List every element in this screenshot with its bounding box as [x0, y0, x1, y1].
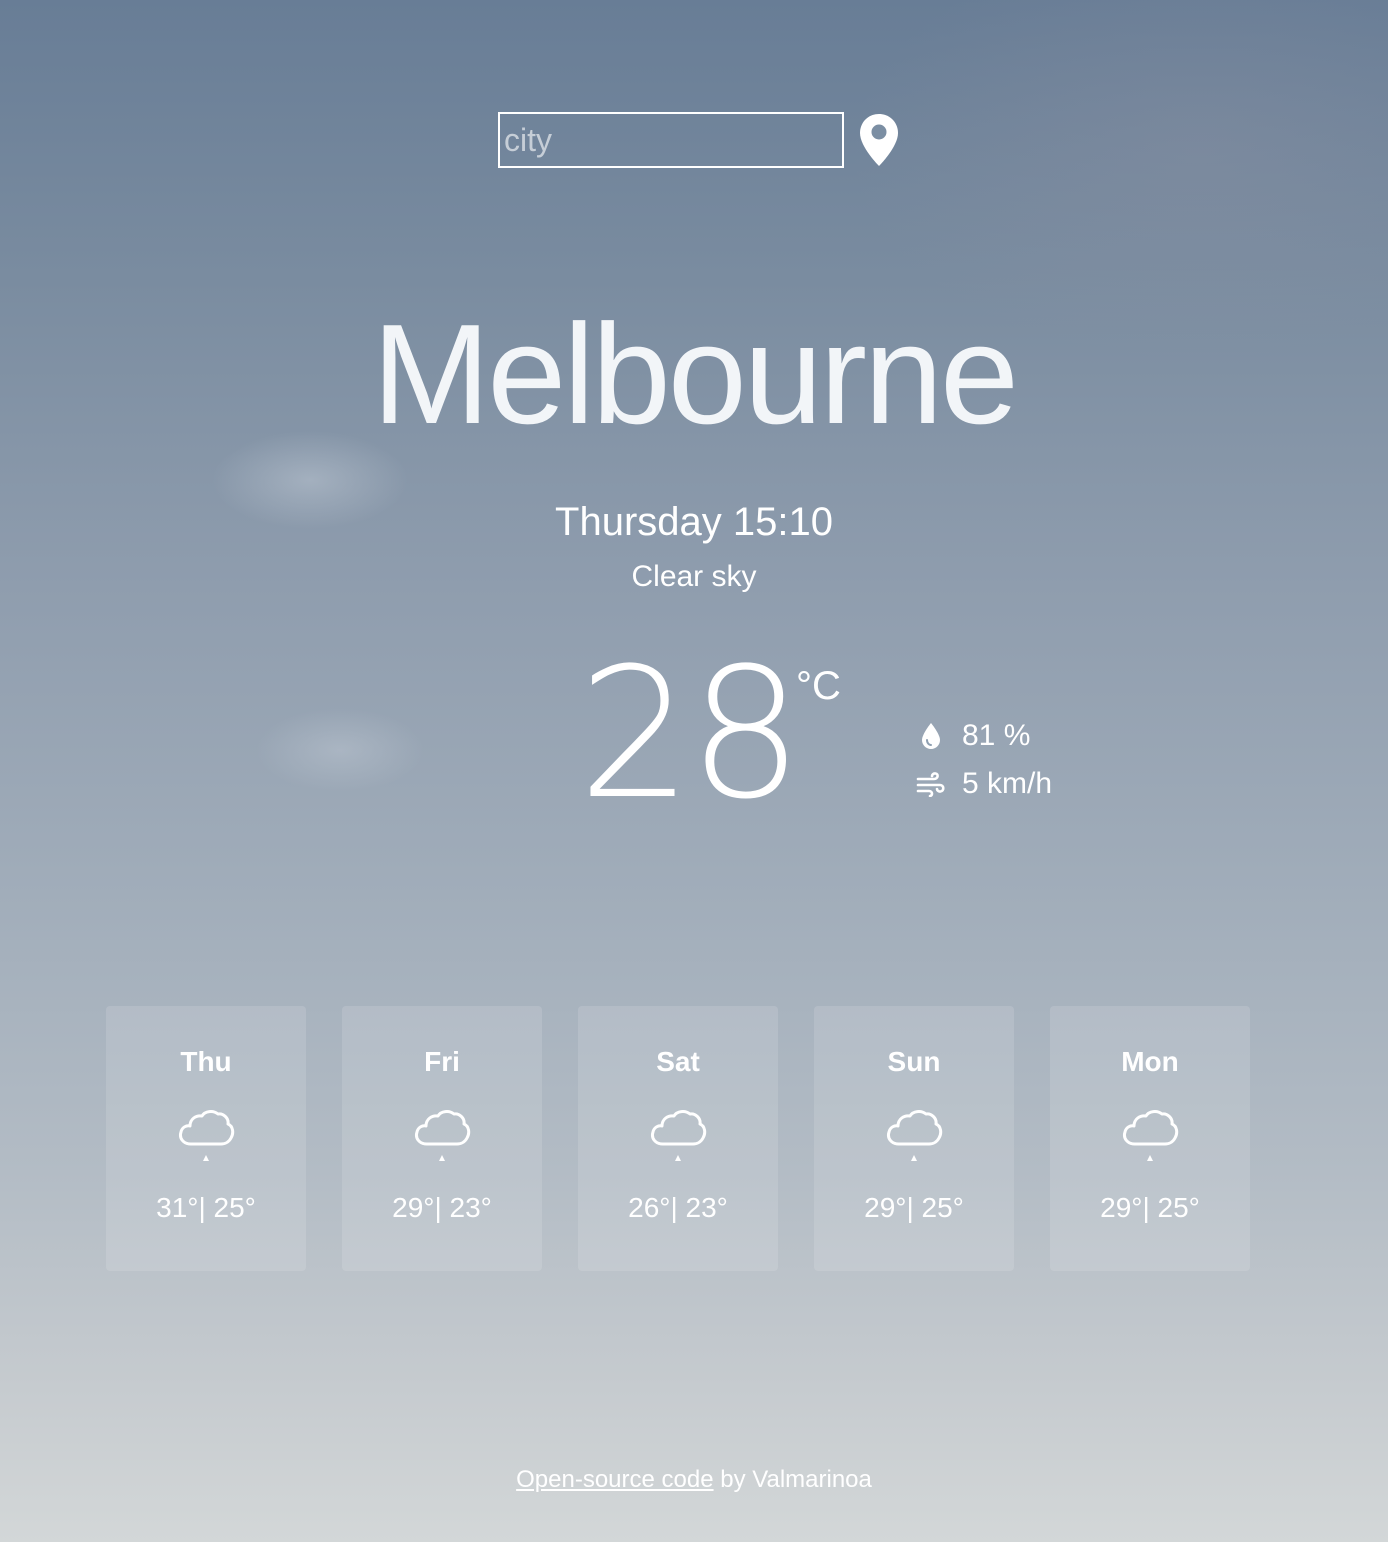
forecast-card-fri: Fri 29°| 23° — [342, 1006, 542, 1271]
location-button[interactable] — [856, 112, 902, 168]
forecast-card-mon: Mon 29°| 25° — [1050, 1006, 1250, 1271]
map-pin-icon — [860, 114, 898, 166]
forecast-temps: 31°| 25° — [156, 1192, 256, 1223]
forecast-card-thu: Thu 31°| 25° — [106, 1006, 306, 1271]
humidity-stat: 81 % — [914, 712, 1052, 760]
rain-cloud-icon — [651, 1110, 707, 1161]
source-code-link[interactable]: Open-source code — [516, 1466, 713, 1493]
temperature-unit: °C — [796, 664, 841, 708]
city-name: Melbourne — [372, 295, 1019, 454]
wind-stat: 5 km/h — [914, 760, 1052, 808]
date-time: Thursday 15:10 — [555, 500, 833, 544]
rain-cloud-icon — [179, 1110, 235, 1161]
forecast-card-sat: Sat 26°| 23° — [578, 1006, 778, 1271]
current-temperature: 28 — [578, 630, 803, 839]
forecast-list: Thu 31°| 25° Fri 29°| 23° Sat 26°| 23° S… — [106, 1006, 1250, 1271]
city-search-input[interactable] — [498, 112, 844, 168]
footer-credit: by Valmarinoa — [713, 1466, 872, 1493]
humidity-value: 81 % — [962, 719, 1031, 752]
wind-icon — [914, 767, 948, 801]
forecast-temps: 29°| 25° — [1100, 1192, 1200, 1223]
weather-stats: 81 % 5 km/h — [914, 712, 1052, 808]
rain-cloud-icon — [1123, 1110, 1179, 1161]
rain-cloud-icon — [887, 1110, 943, 1161]
forecast-day: Sat — [656, 1046, 700, 1077]
weather-condition: Clear sky — [631, 560, 757, 593]
forecast-day: Thu — [180, 1046, 232, 1077]
forecast-day: Mon — [1121, 1046, 1179, 1077]
forecast-card-sun: Sun 29°| 25° — [814, 1006, 1014, 1271]
rain-cloud-icon — [415, 1110, 471, 1161]
forecast-temps: 29°| 25° — [864, 1192, 964, 1223]
droplet-icon — [914, 719, 948, 753]
forecast-temps: 29°| 23° — [392, 1192, 492, 1223]
forecast-day: Fri — [424, 1046, 460, 1077]
forecast-day: Sun — [887, 1046, 941, 1077]
search-bar — [498, 112, 918, 168]
footer: Open-source code by Valmarinoa — [0, 1466, 1388, 1494]
forecast-temps: 26°| 23° — [628, 1192, 728, 1223]
wind-value: 5 km/h — [962, 767, 1053, 800]
